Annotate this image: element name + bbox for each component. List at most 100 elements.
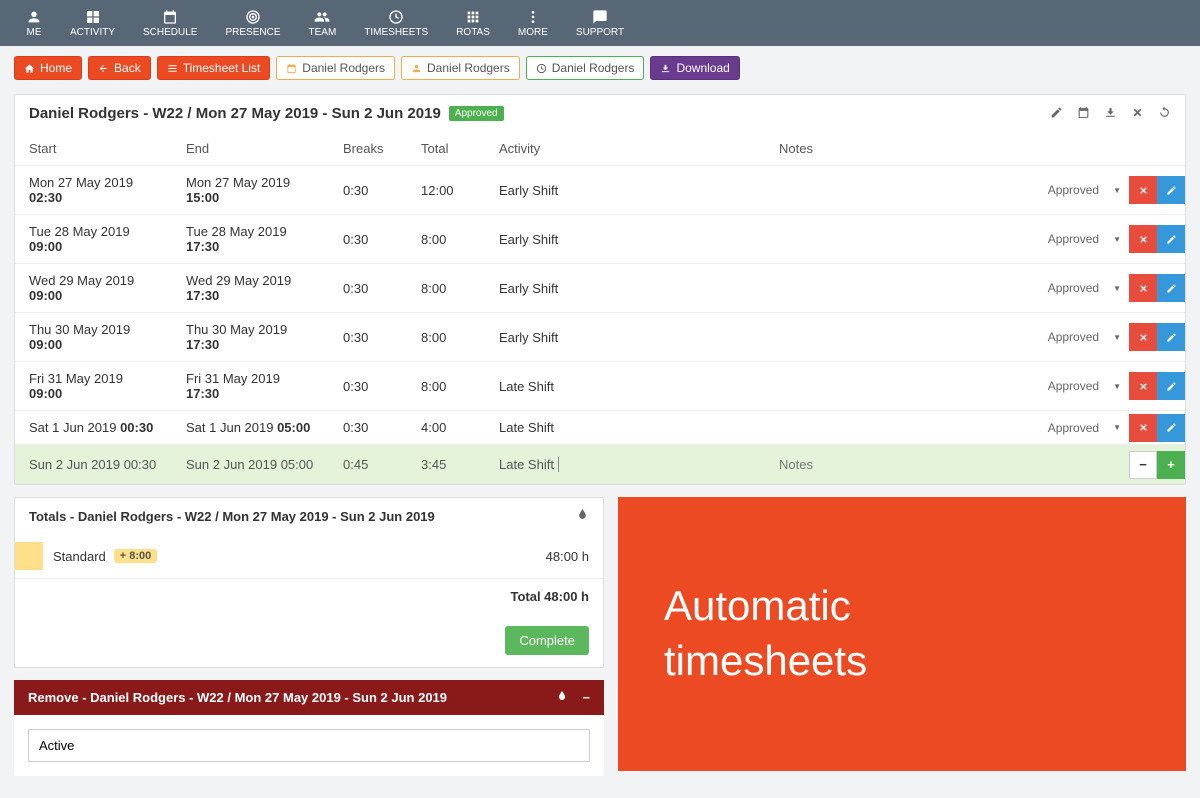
close-icon (1138, 422, 1149, 433)
pencil-icon (1166, 381, 1177, 392)
row-delete-button[interactable] (1129, 323, 1157, 351)
drop-icon (576, 508, 589, 521)
status-dropdown[interactable]: Approved ▼ (1048, 281, 1121, 295)
entry-add-button[interactable]: + (1157, 451, 1185, 479)
row-delete-button[interactable] (1129, 225, 1157, 253)
th-end: End (172, 132, 329, 166)
status-dropdown[interactable]: Approved ▼ (1048, 183, 1121, 197)
drop-icon (556, 690, 568, 702)
totals-title: Totals - Daniel Rodgers - W22 / Mon 27 M… (29, 509, 435, 524)
complete-button[interactable]: Complete (505, 626, 589, 655)
target-icon (245, 9, 261, 25)
new-entry-row: −+ (15, 445, 1185, 485)
row-delete-button[interactable] (1129, 274, 1157, 302)
row-edit-button[interactable] (1157, 414, 1185, 442)
status-dropdown[interactable]: Approved ▼ (1048, 232, 1121, 246)
home-icon (24, 63, 35, 74)
standard-label: Standard (53, 549, 106, 564)
nav-team[interactable]: TEAM (295, 0, 351, 46)
pencil-icon (1166, 332, 1177, 343)
approved-badge: Approved (449, 106, 504, 121)
remove-drop-action[interactable] (556, 690, 568, 705)
nav-activity[interactable]: ACTIVITY (56, 0, 129, 46)
person-clock-button[interactable]: Daniel Rodgers (526, 56, 645, 80)
home-button[interactable]: Home (14, 56, 82, 80)
download-button[interactable]: Download (650, 56, 739, 80)
close-icon (1138, 332, 1149, 343)
totals-total-row: Total 48:00 h (15, 579, 603, 614)
nav-rotas[interactable]: ROTAS (442, 0, 504, 46)
remove-title: Remove - Daniel Rodgers - W22 / Mon 27 M… (28, 690, 447, 705)
close-icon (1138, 234, 1149, 245)
nav-presence[interactable]: PRESENCE (211, 0, 294, 46)
nav-timesheets[interactable]: TIMESHEETS (350, 0, 442, 46)
promo-panel: Automatic timesheets (618, 497, 1186, 771)
nav-me[interactable]: ME (12, 0, 56, 46)
row-edit-button[interactable] (1157, 323, 1185, 351)
row-edit-button[interactable] (1157, 225, 1185, 253)
remove-active-input[interactable] (28, 729, 590, 762)
table-row: Sat 1 Jun 2019 00:30Sat 1 Jun 2019 05:00… (15, 411, 1185, 445)
totals-drop-icon[interactable] (576, 508, 589, 524)
table-row: Tue 28 May 2019 09:00Tue 28 May 2019 17:… (15, 215, 1185, 264)
table-row: Thu 30 May 2019 09:00Thu 30 May 2019 17:… (15, 313, 1185, 362)
person-calendar-button[interactable]: Daniel Rodgers (276, 56, 395, 80)
remove-collapse-action[interactable]: − (582, 690, 590, 705)
nav-support[interactable]: SUPPORT (562, 0, 638, 46)
top-nav: ME ACTIVITY SCHEDULE PRESENCE TEAM TIMES… (0, 0, 1200, 46)
pencil-icon (1050, 106, 1063, 119)
nav-schedule[interactable]: SCHEDULE (129, 0, 211, 46)
total-label: Total 48:00 h (510, 589, 589, 604)
entry-start-input[interactable] (29, 457, 158, 472)
nav-more[interactable]: MORE (504, 0, 562, 46)
th-total: Total (407, 132, 485, 166)
row-edit-button[interactable] (1157, 274, 1185, 302)
panel-title: Daniel Rodgers - W22 / Mon 27 May 2019 -… (29, 105, 504, 122)
pencil-icon (1166, 234, 1177, 245)
chat-icon (592, 9, 608, 25)
row-delete-button[interactable] (1129, 372, 1157, 400)
entry-notes-input[interactable] (779, 457, 991, 472)
row-delete-button[interactable] (1129, 176, 1157, 204)
list-icon (167, 63, 178, 74)
entry-activity-input[interactable] (499, 457, 559, 472)
entry-breaks-input[interactable] (343, 457, 393, 472)
grid-icon (85, 9, 101, 25)
timesheet-list-button[interactable]: Timesheet List (157, 56, 271, 80)
status-dropdown[interactable]: Approved ▼ (1048, 379, 1121, 393)
calendar-icon (1077, 106, 1090, 119)
close-icon (1138, 185, 1149, 196)
entry-remove-button[interactable]: − (1129, 451, 1157, 479)
person-user-button[interactable]: Daniel Rodgers (401, 56, 520, 80)
edit-action[interactable] (1050, 106, 1063, 122)
back-button[interactable]: Back (88, 56, 151, 80)
download-icon (660, 63, 671, 74)
team-icon (314, 9, 330, 25)
row-edit-button[interactable] (1157, 372, 1185, 400)
calendar-action[interactable] (1077, 106, 1090, 122)
entry-end-input[interactable] (186, 457, 315, 472)
row-delete-button[interactable] (1129, 414, 1157, 442)
th-notes: Notes (765, 132, 1005, 166)
refresh-action[interactable] (1158, 106, 1171, 122)
toolbar: Home Back Timesheet List Daniel Rodgers … (14, 56, 1186, 80)
calendar-icon (286, 63, 297, 74)
apps-icon (465, 9, 481, 25)
standard-value: 48:00 h (546, 549, 589, 564)
close-icon (1131, 106, 1144, 119)
pencil-icon (1166, 185, 1177, 196)
entry-total-input[interactable] (421, 457, 471, 472)
th-activity: Activity (485, 132, 765, 166)
status-dropdown[interactable]: Approved ▼ (1048, 330, 1121, 344)
standard-swatch (15, 542, 43, 570)
download-action[interactable] (1104, 106, 1117, 122)
standard-add-badge: + 8:00 (114, 549, 158, 563)
status-dropdown[interactable]: Approved ▼ (1048, 421, 1121, 435)
timesheet-table: Start End Breaks Total Activity Notes Mo… (15, 132, 1185, 484)
row-edit-button[interactable] (1157, 176, 1185, 204)
person-icon (26, 9, 42, 25)
close-action[interactable] (1131, 106, 1144, 122)
totals-panel: Totals - Daniel Rodgers - W22 / Mon 27 M… (14, 497, 604, 668)
totals-standard-row: Standard + 8:00 48:00 h (15, 534, 603, 579)
table-row: Fri 31 May 2019 09:00Fri 31 May 2019 17:… (15, 362, 1185, 411)
